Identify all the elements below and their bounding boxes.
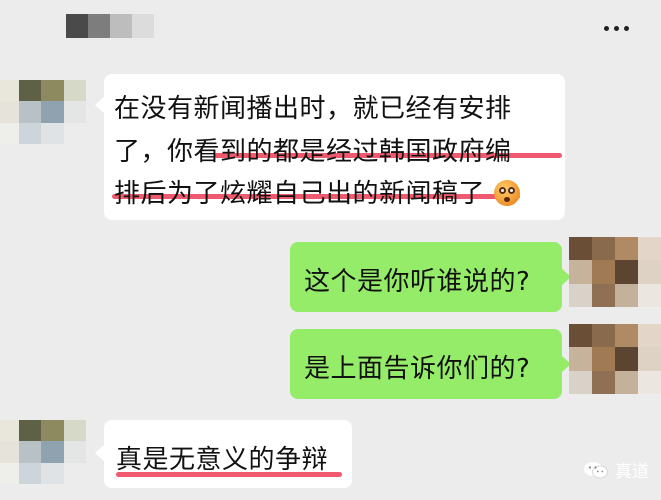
avatar-contact[interactable] <box>0 80 86 144</box>
message-1-line-3: 排后为了炫耀自己出的新闻稿了 <box>114 173 520 210</box>
avatar-contact[interactable] <box>0 420 86 484</box>
message-3-text: 是上面告诉你们的? <box>304 354 531 384</box>
message-bubble-3: 是上面告诉你们的? <box>290 329 571 399</box>
highlight-underline <box>116 472 342 477</box>
watermark-text: 真道 <box>615 462 649 482</box>
message-4-text: 真是无意义的争辩 <box>116 445 329 475</box>
avatar-self[interactable] <box>569 324 661 394</box>
wechat-logo-icon <box>584 461 608 478</box>
ellipsis-icon[interactable] <box>604 26 629 31</box>
message-2-text: 这个是你听谁说的? <box>304 267 531 297</box>
message-bubble-1: 在没有新闻播出时，就已经有安排 了，你看到的都是经过韩国政府编 排后为了炫耀自己… <box>95 74 565 220</box>
message-1-line-2: 了，你看到的都是经过韩国政府编 <box>114 137 512 167</box>
message-1-line-1: 在没有新闻播出时，就已经有安排 <box>114 94 512 124</box>
flushed-face-emoji-icon <box>493 180 520 206</box>
avatar-self[interactable] <box>569 237 661 307</box>
message-bubble-4: 真是无意义的争辩 <box>95 420 352 488</box>
message-bubble-2: 这个是你听谁说的? <box>290 242 571 312</box>
chat-title-blurred <box>66 14 154 38</box>
watermark: 真道 <box>583 457 649 482</box>
